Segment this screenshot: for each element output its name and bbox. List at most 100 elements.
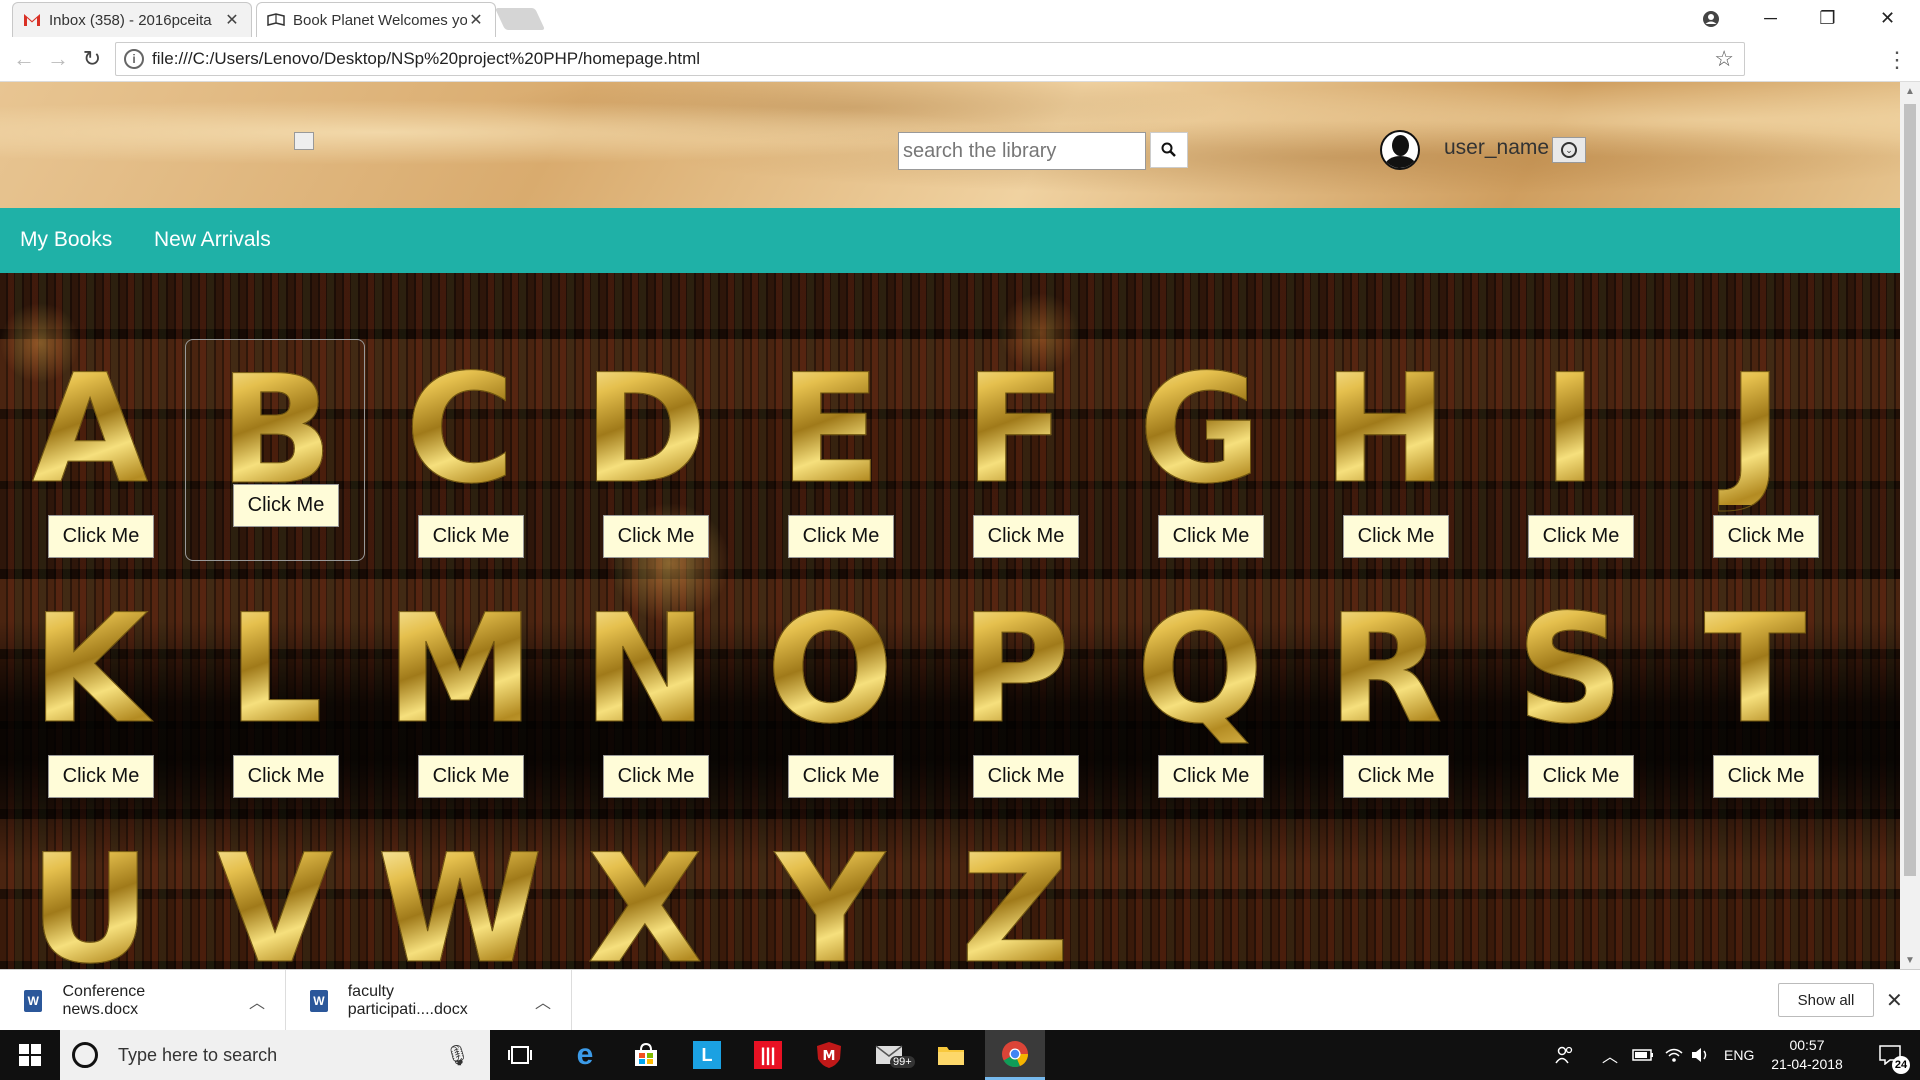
word-doc-icon: W	[310, 989, 328, 1012]
click-me-button-b[interactable]: Click Me	[233, 484, 339, 527]
click-me-button-n[interactable]: Click Me	[603, 755, 709, 798]
letter-k: K	[0, 595, 180, 746]
start-button[interactable]	[0, 1030, 60, 1080]
mcafee-icon[interactable]: M	[799, 1030, 859, 1080]
reload-icon[interactable]: ↻	[78, 45, 106, 73]
click-me-button-o[interactable]: Click Me	[788, 755, 894, 798]
click-me-button-i[interactable]: Click Me	[1528, 515, 1634, 558]
word-doc-icon: W	[24, 989, 43, 1012]
letter-grid: A Click Me B Click Me C Click Me D Click Me E Cli…	[0, 273, 1900, 969]
notification-badge: 24	[1892, 1056, 1910, 1074]
letter-p: P	[925, 595, 1105, 746]
letter-y: Y	[740, 835, 920, 970]
letter-a: A	[0, 355, 180, 506]
letter-tile-z: Z	[925, 835, 1105, 970]
letter-d: D	[555, 355, 735, 506]
wifi-icon[interactable]	[1664, 1030, 1684, 1080]
download-shelf: W Conference news.docx ︿ W faculty parti…	[0, 969, 1920, 1031]
tab-inbox[interactable]: Inbox (358) - 2016pceita ✕	[12, 2, 252, 37]
site-header: search the library user_name ⌄	[0, 82, 1900, 208]
search-button[interactable]	[1150, 132, 1188, 168]
volume-icon[interactable]	[1690, 1030, 1710, 1080]
letter-t: T	[1665, 595, 1845, 746]
book-icon	[267, 11, 285, 29]
download-item[interactable]: W Conference news.docx ︿	[0, 970, 286, 1031]
letter-tile-b: B Click Me	[185, 339, 365, 561]
letter-tile-q: Q Click Me	[1110, 595, 1290, 805]
language-indicator[interactable]: ENG	[1724, 1030, 1754, 1080]
edge-icon[interactable]: e	[555, 1030, 615, 1080]
click-me-button-c[interactable]: Click Me	[418, 515, 524, 558]
scroll-up-icon[interactable]: ▲	[1900, 82, 1920, 100]
click-me-button-k[interactable]: Click Me	[48, 755, 154, 798]
back-icon[interactable]: ←	[10, 45, 38, 73]
close-icon[interactable]: ✕	[223, 10, 241, 30]
click-me-button-t[interactable]: Click Me	[1713, 755, 1819, 798]
letter-l: L	[185, 595, 365, 746]
chevron-up-icon[interactable]: ︿	[535, 989, 551, 1013]
minimize-icon[interactable]: ─	[1743, 0, 1798, 37]
click-me-button-p[interactable]: Click Me	[973, 755, 1079, 798]
letter-i: I	[1480, 355, 1660, 506]
click-me-button-d[interactable]: Click Me	[603, 515, 709, 558]
chevron-up-icon[interactable]: ︿	[249, 989, 265, 1013]
show-all-button[interactable]: Show all	[1778, 983, 1874, 1017]
user-dropdown-button[interactable]: ⌄	[1552, 137, 1586, 163]
microphone-icon[interactable]: 🎙	[445, 1043, 470, 1068]
letter-tile-i: I Click Me	[1480, 355, 1660, 565]
task-view-icon[interactable]	[490, 1030, 550, 1080]
scrollbar-thumb[interactable]	[1904, 104, 1916, 876]
address-bar[interactable]: i file:///C:/Users/Lenovo/Desktop/NSp%20…	[115, 42, 1745, 76]
click-me-button-m[interactable]: Click Me	[418, 755, 524, 798]
address-url[interactable]: file:///C:/Users/Lenovo/Desktop/NSp%20pr…	[152, 49, 1714, 69]
click-me-button-h[interactable]: Click Me	[1343, 515, 1449, 558]
taskbar-search[interactable]: Type here to search 🎙	[60, 1030, 490, 1080]
info-icon[interactable]: i	[124, 49, 144, 69]
forward-icon[interactable]: →	[44, 45, 72, 73]
restore-icon[interactable]: ❐	[1800, 0, 1855, 37]
click-me-button-f[interactable]: Click Me	[973, 515, 1079, 558]
user-avatar[interactable]	[1380, 130, 1420, 170]
page-scrollbar[interactable]: ▲ ▼	[1900, 82, 1920, 969]
battery-icon[interactable]	[1632, 1030, 1654, 1080]
search-input[interactable]: search the library	[898, 132, 1146, 170]
nav-my-books[interactable]: My Books	[20, 228, 112, 252]
click-me-button-s[interactable]: Click Me	[1528, 755, 1634, 798]
taskbar-clock[interactable]: 00:57 21-04-2018	[1762, 1036, 1852, 1074]
close-icon[interactable]: ✕	[1886, 988, 1903, 1013]
click-me-button-g[interactable]: Click Me	[1158, 515, 1264, 558]
profile-icon[interactable]	[1683, 0, 1738, 37]
l-app-icon[interactable]: L	[677, 1030, 737, 1080]
people-icon[interactable]	[1554, 1030, 1576, 1080]
mail-icon[interactable]: 99+	[860, 1030, 920, 1080]
click-me-button-l[interactable]: Click Me	[233, 755, 339, 798]
letter-tile-g: G Click Me	[1110, 355, 1290, 565]
click-me-button-a[interactable]: Click Me	[48, 515, 154, 558]
scroll-down-icon[interactable]: ▼	[1900, 951, 1920, 969]
browser-toolbar: ← → ↻ i file:///C:/Users/Lenovo/Desktop/…	[0, 37, 1920, 82]
action-center-icon[interactable]: 24	[1860, 1030, 1920, 1080]
file-explorer-icon[interactable]	[921, 1030, 981, 1080]
new-tab-button[interactable]	[494, 8, 546, 30]
click-me-button-j[interactable]: Click Me	[1713, 515, 1819, 558]
browser-menu-icon[interactable]: ⋮	[1886, 47, 1908, 73]
taskbar: Type here to search 🎙 e L ||| M 99+ ︿ EN…	[0, 1030, 1920, 1080]
click-me-button-e[interactable]: Click Me	[788, 515, 894, 558]
taskbar-search-placeholder: Type here to search	[118, 1044, 278, 1065]
store-icon[interactable]	[616, 1030, 676, 1080]
tab-inbox-title: Inbox (358) - 2016pceita	[49, 11, 212, 29]
click-me-button-r[interactable]: Click Me	[1343, 755, 1449, 798]
chrome-icon[interactable]	[985, 1030, 1045, 1080]
letter-tile-r: R Click Me	[1295, 595, 1475, 805]
window-close-icon[interactable]: ✕	[1860, 0, 1915, 37]
red-app-icon[interactable]: |||	[738, 1030, 798, 1080]
letter-g: G	[1110, 355, 1290, 506]
nav-new-arrivals[interactable]: New Arrivals	[154, 228, 271, 252]
click-me-button-q[interactable]: Click Me	[1158, 755, 1264, 798]
letter-tile-a: A Click Me	[0, 355, 180, 565]
bookmark-star-icon[interactable]: ☆	[1714, 46, 1734, 72]
tab-book-planet[interactable]: Book Planet Welcomes yo ✕	[256, 2, 496, 37]
close-icon[interactable]: ✕	[467, 10, 485, 30]
download-item[interactable]: W faculty participati....docx ︿	[286, 970, 572, 1031]
tray-chevron-icon[interactable]: ︿	[1602, 1030, 1618, 1080]
